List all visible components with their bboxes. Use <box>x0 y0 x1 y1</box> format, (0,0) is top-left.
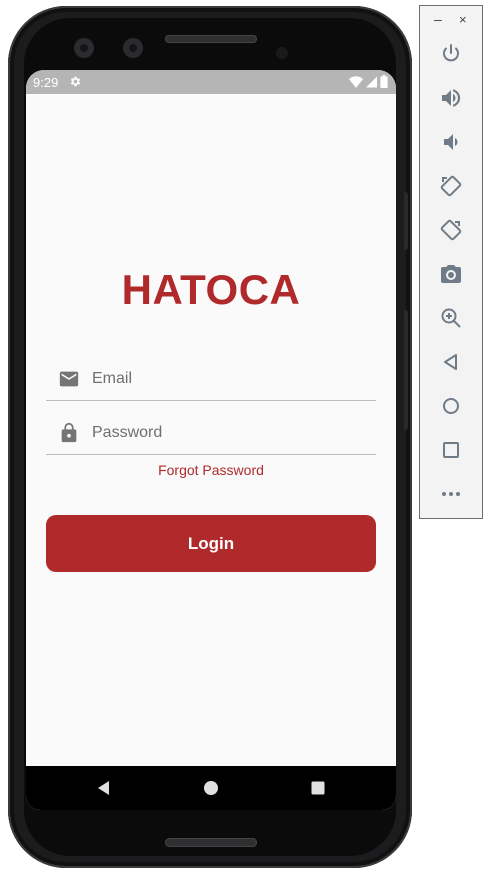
rotate-right-icon[interactable] <box>439 218 463 242</box>
front-camera-2-icon <box>123 38 143 58</box>
wifi-icon <box>349 75 363 88</box>
front-camera-icon <box>74 38 94 58</box>
home-nav-icon[interactable] <box>439 394 463 418</box>
volume-down-icon[interactable] <box>439 130 463 154</box>
power-side-button <box>404 192 408 250</box>
battery-icon <box>380 75 388 88</box>
bottom-speaker <box>165 838 257 847</box>
screenshot-icon[interactable] <box>439 262 463 286</box>
emulator-toolbar: – × <box>419 5 483 519</box>
settings-gear-icon <box>69 75 82 91</box>
rotate-left-icon[interactable] <box>439 174 463 198</box>
volume-up-icon[interactable] <box>439 86 463 110</box>
signal-icon <box>366 76 377 87</box>
back-nav-icon[interactable] <box>439 350 463 374</box>
toolbar-window-controls: – × <box>420 11 484 29</box>
volume-side-button <box>404 310 408 430</box>
login-button[interactable]: Login <box>46 515 376 572</box>
email-field[interactable] <box>46 356 376 401</box>
close-button[interactable]: × <box>459 12 467 27</box>
password-input[interactable] <box>90 420 364 446</box>
device-screen: 9:29 HATOCA Forgot Password Login <box>26 70 396 810</box>
navigation-bar <box>26 766 396 810</box>
password-field[interactable] <box>46 410 376 455</box>
power-icon[interactable] <box>439 42 463 66</box>
minimize-button[interactable]: – <box>434 11 442 27</box>
lock-icon <box>61 422 77 443</box>
back-icon[interactable] <box>94 778 114 798</box>
email-input[interactable] <box>90 366 364 392</box>
mail-icon <box>59 371 79 387</box>
status-icons <box>349 75 388 88</box>
overview-icon[interactable] <box>439 438 463 462</box>
more-icon[interactable] <box>439 482 463 506</box>
zoom-icon[interactable] <box>439 306 463 330</box>
earpiece-speaker <box>165 35 257 43</box>
forgot-password-link[interactable]: Forgot Password <box>26 462 396 478</box>
home-icon[interactable] <box>201 778 221 798</box>
app-title: HATOCA <box>121 266 301 313</box>
status-bar: 9:29 <box>26 70 396 94</box>
recents-icon[interactable] <box>308 778 328 798</box>
proximity-sensor <box>276 47 288 59</box>
status-time: 9:29 <box>33 75 59 90</box>
